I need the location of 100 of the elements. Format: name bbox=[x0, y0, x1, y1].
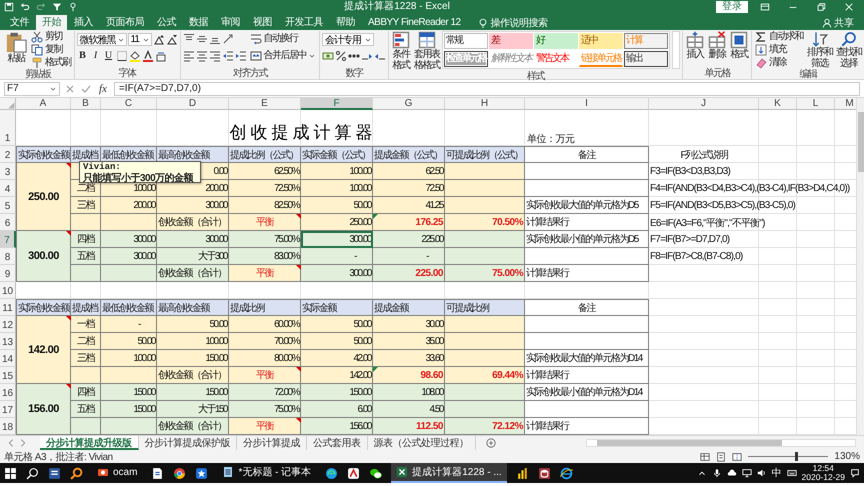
row-header[interactable]: 15 bbox=[0, 367, 16, 384]
ribbon-tab[interactable]: 插入 bbox=[68, 16, 99, 30]
cell-style-option[interactable]: 输出 bbox=[624, 51, 668, 67]
row-header[interactable]: 1 bbox=[0, 110, 16, 146]
column-header[interactable]: E bbox=[229, 98, 301, 110]
sort-filter-button[interactable]: 排序和筛选 bbox=[806, 31, 833, 69]
insert-button[interactable]: 插入 bbox=[685, 31, 705, 60]
clear-button[interactable]: 清除 bbox=[754, 57, 804, 69]
autosum-button[interactable]: 自动求和 bbox=[754, 31, 804, 43]
row-header[interactable]: 12 bbox=[0, 316, 16, 333]
row-header[interactable]: 7 bbox=[0, 231, 16, 248]
sheet-tab[interactable]: 分步计算提成升级版 bbox=[40, 436, 138, 450]
ribbon-tab[interactable]: 页面布局 bbox=[100, 16, 150, 30]
formula-input[interactable]: =IF(A7>=D7,D7,0) bbox=[114, 82, 860, 96]
taskbar-star-button[interactable] bbox=[195, 466, 208, 480]
zoom-level[interactable]: 130% bbox=[834, 451, 860, 462]
zoom-slider-thumb[interactable] bbox=[795, 452, 798, 461]
italic-button[interactable]: I bbox=[90, 50, 102, 62]
column-header[interactable]: J bbox=[649, 98, 759, 110]
number-format-dropdown[interactable]: 会计专用 bbox=[322, 33, 374, 46]
column-header[interactable]: G bbox=[373, 98, 445, 110]
table-cell: 300.00 bbox=[101, 248, 157, 265]
cell-style-option[interactable]: 差 bbox=[489, 33, 533, 49]
row-header[interactable]: 9 bbox=[0, 265, 16, 282]
format-as-table-button[interactable]: 套用表格格式 bbox=[413, 31, 440, 71]
cut-button[interactable]: 剪切 bbox=[30, 31, 72, 43]
ribbon-tab[interactable]: 公式 bbox=[151, 16, 182, 30]
ribbon-tab[interactable]: 开发工具 bbox=[279, 16, 329, 30]
cell-style-option[interactable]: 常规 bbox=[444, 33, 488, 49]
underline-button[interactable]: U bbox=[102, 50, 114, 62]
paste-button[interactable]: 粘贴 bbox=[4, 31, 28, 64]
bold-button[interactable]: B bbox=[76, 50, 88, 62]
row-header[interactable]: 16 bbox=[0, 384, 16, 401]
taskbar-app-button[interactable] bbox=[347, 466, 360, 480]
row-header[interactable]: 3 bbox=[0, 163, 16, 180]
column-header[interactable]: K bbox=[759, 98, 797, 110]
row-header[interactable]: 13 bbox=[0, 333, 16, 350]
taskbar-file-button[interactable] bbox=[151, 466, 164, 480]
format-button[interactable]: 格式 bbox=[729, 31, 749, 60]
ribbon-tab[interactable]: 审阅 bbox=[215, 16, 246, 30]
ribbon-tab[interactable]: ABBYY FineReader 12 bbox=[362, 16, 467, 30]
column-header[interactable]: F bbox=[301, 98, 373, 110]
horizontal-scrollbar[interactable] bbox=[586, 439, 856, 447]
format-painter-button[interactable]: 格式刷 bbox=[30, 57, 72, 69]
font-dropdown[interactable]: 微软雅黑 bbox=[76, 33, 126, 46]
column-header[interactable]: C bbox=[101, 98, 157, 110]
taskbar-app[interactable]: *无标题 - 记事本 bbox=[217, 463, 316, 483]
column-header[interactable]: L bbox=[797, 98, 835, 110]
ribbon-tab[interactable]: 开始 bbox=[36, 15, 67, 30]
ribbon-tab[interactable]: 文件 bbox=[4, 16, 35, 30]
sheet-title: 创收提成计算器 bbox=[228, 122, 376, 144]
taskbar-app[interactable]: ocam bbox=[92, 463, 142, 483]
name-box[interactable]: F7 bbox=[4, 82, 60, 96]
taskbar-document-button[interactable] bbox=[48, 466, 61, 480]
taskbar-bar-chart-button[interactable] bbox=[516, 466, 529, 480]
taskbar-search-button[interactable] bbox=[26, 466, 39, 480]
taskbar-browser-button[interactable] bbox=[173, 466, 186, 480]
row-header[interactable]: 5 bbox=[0, 197, 16, 214]
column-header[interactable]: I bbox=[525, 98, 649, 110]
gallery-scrollbar[interactable] bbox=[672, 31, 680, 69]
copy-button[interactable]: 复制 bbox=[30, 44, 72, 56]
row-header[interactable]: 18 bbox=[0, 418, 16, 435]
ribbon-tab[interactable]: 视图 bbox=[247, 16, 278, 30]
conditional-format-button[interactable]: 条件格式 bbox=[391, 31, 411, 71]
row-header[interactable]: 8 bbox=[0, 248, 16, 265]
merge-center-button[interactable]: 合并后居中 bbox=[248, 50, 317, 62]
ribbon-tab[interactable]: 帮助 bbox=[330, 16, 361, 30]
sign-in-button[interactable]: 登录 bbox=[716, 1, 748, 13]
share-button[interactable]: 共享 bbox=[816, 16, 860, 30]
taskbar-database-button[interactable] bbox=[538, 466, 551, 480]
insert-function-button[interactable]: fx bbox=[96, 82, 110, 94]
taskbar-globe-button[interactable] bbox=[560, 466, 573, 480]
column-header[interactable]: D bbox=[157, 98, 229, 110]
row-header[interactable]: 14 bbox=[0, 350, 16, 367]
row-header[interactable]: 11 bbox=[0, 299, 16, 316]
column-header[interactable]: M bbox=[835, 98, 856, 110]
wrap-text-button[interactable]: 自动换行 bbox=[248, 33, 317, 45]
cell-style-option[interactable]: 适中 bbox=[579, 33, 623, 49]
taskbar-app[interactable]: 提成计算器1228 - ... bbox=[391, 463, 507, 483]
ribbon-tab[interactable]: 数据 bbox=[183, 16, 214, 30]
delete-button[interactable]: 删除 bbox=[707, 31, 727, 60]
column-header[interactable]: H bbox=[445, 98, 525, 110]
find-select-button[interactable]: 查找和选择 bbox=[835, 31, 862, 69]
tell-me-search[interactable]: 操作说明搜索 bbox=[478, 16, 548, 30]
column-header[interactable]: B bbox=[71, 98, 101, 110]
taskbar-chat-button[interactable] bbox=[369, 466, 382, 480]
cell-style-option[interactable]: 好 bbox=[534, 33, 578, 49]
taskbar-windows-logo-button[interactable] bbox=[4, 466, 17, 480]
taskbar-magnifier-button[interactable] bbox=[70, 466, 83, 480]
row-header[interactable]: 17 bbox=[0, 401, 16, 418]
row-header[interactable]: 4 bbox=[0, 180, 16, 197]
fill-button[interactable]: 填充 bbox=[754, 44, 804, 56]
font-size-dropdown[interactable]: 11 bbox=[128, 33, 152, 46]
column-header[interactable]: A bbox=[16, 98, 71, 110]
row-header[interactable]: 10 bbox=[0, 282, 16, 299]
row-header[interactable]: 2 bbox=[0, 146, 16, 163]
globe-icon bbox=[560, 466, 573, 480]
row-header[interactable]: 6 bbox=[0, 214, 16, 231]
vertical-scrollbar[interactable] bbox=[856, 98, 864, 435]
input-method-indicator[interactable]: 中 bbox=[772, 466, 782, 480]
